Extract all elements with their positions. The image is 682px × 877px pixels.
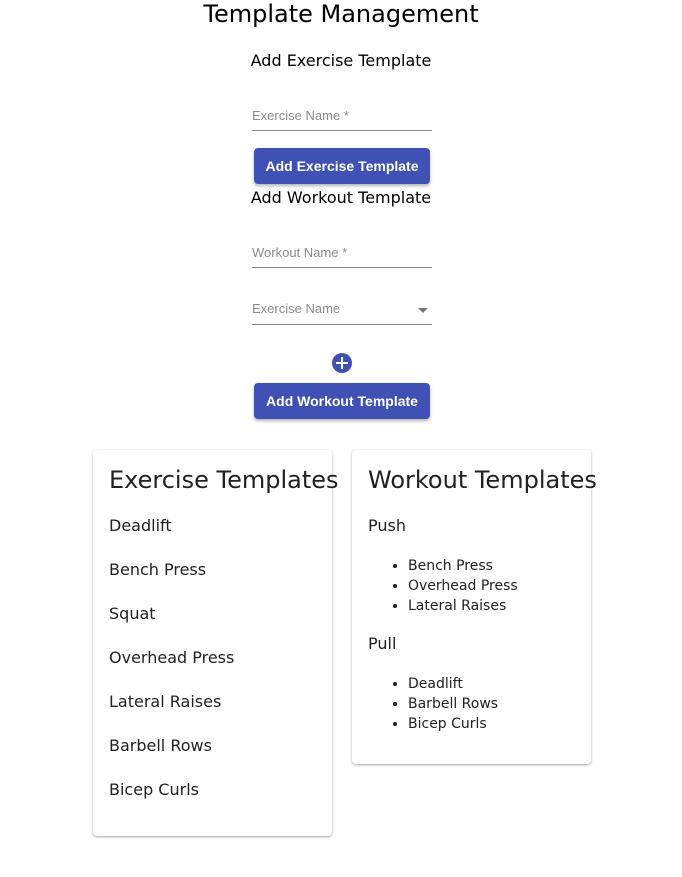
add-exercise-section-title: Add Exercise Template [250,51,432,70]
workout-exercise-list: Deadlift Barbell Rows Bicep Curls [408,674,498,734]
list-item: Overhead Press [408,576,518,596]
exercise-name-select[interactable]: Exercise Name [252,297,432,325]
add-workout-section-title: Add Workout Template [250,188,432,207]
list-item: Bicep Curls [109,780,199,799]
exercise-templates-card: Exercise Templates Deadlift Bench Press … [93,450,339,836]
workout-templates-card: Workout Templates Push Bench Press Overh… [352,450,597,764]
exercise-templates-title: Exercise Templates [109,466,339,494]
workout-templates-title: Workout Templates [368,466,597,494]
workout-exercise-list: Bench Press Overhead Press Lateral Raise… [408,556,518,616]
exercise-select-label: Exercise Name [252,301,341,316]
list-item: Bench Press [109,560,207,579]
dropdown-arrow-icon [418,308,428,313]
exercise-name-input[interactable] [252,103,432,127]
workout-name: Pull [368,634,397,653]
list-item: Deadlift [109,516,172,535]
list-item: Barbell Rows [408,694,498,714]
exercise-name-field [252,103,432,131]
exercise-templates-list: Deadlift Bench Press Squat Overhead Pres… [109,516,234,824]
workout-name-input[interactable] [252,240,432,264]
add-exercise-template-button[interactable]: Add Exercise Template [254,148,430,184]
list-item: Bicep Curls [408,714,498,734]
add-workout-template-button[interactable]: Add Workout Template [254,383,430,419]
list-item: Lateral Raises [408,596,518,616]
list-item: Bench Press [408,556,518,576]
list-item: Lateral Raises [109,692,222,711]
page-title: Template Management [203,0,479,28]
list-item: Squat [109,604,156,623]
list-item: Barbell Rows [109,736,212,755]
list-item: Overhead Press [109,648,235,667]
list-item: Deadlift [408,674,498,694]
workout-name-field [252,240,432,268]
add-circle-icon[interactable] [332,353,352,373]
workout-name: Push [368,516,406,535]
